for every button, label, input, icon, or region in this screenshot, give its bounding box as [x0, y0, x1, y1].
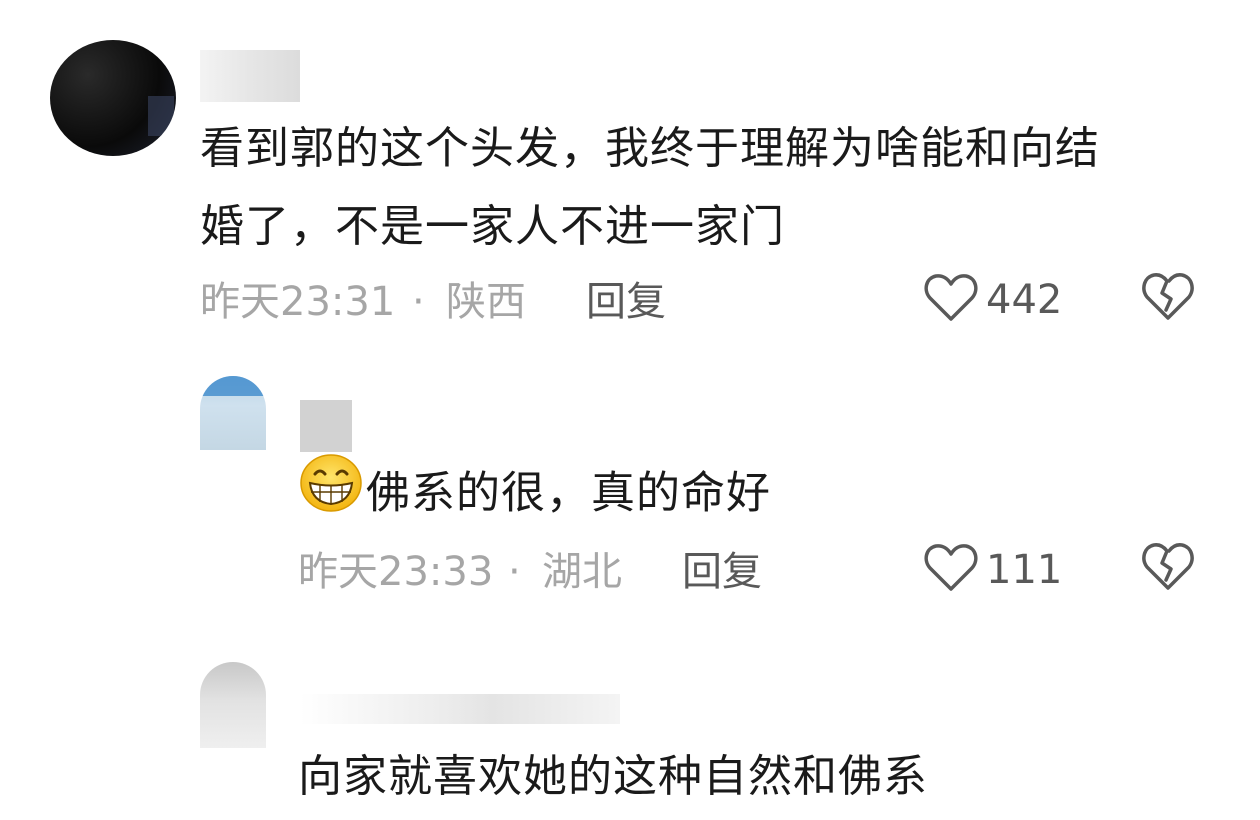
username[interactable]	[300, 694, 620, 724]
heart-icon	[924, 273, 978, 327]
reply-content: 佛系的很，真的命好	[366, 467, 771, 519]
username[interactable]	[200, 50, 300, 102]
comment-text: 看到郭的这个头发，我终于理解为啥能和向结 婚了，不是一家人不进一家门	[200, 110, 1220, 266]
broken-heart-icon[interactable]	[1142, 272, 1194, 326]
location: 陕西	[446, 279, 526, 325]
username[interactable]	[300, 400, 352, 452]
comment-item: 看到郭的这个头发，我终于理解为啥能和向结 婚了，不是一家人不进一家门 昨天23:…	[0, 0, 1260, 360]
like-button[interactable]: 442	[924, 270, 1062, 330]
reply-text: 佛系的很，真的命好	[298, 452, 1198, 539]
grinning-face-icon	[298, 452, 364, 539]
avatar[interactable]	[200, 662, 266, 748]
avatar[interactable]	[200, 376, 266, 450]
meta-separator: ·	[412, 279, 425, 325]
avatar-overlay	[200, 376, 266, 396]
avatar-overlay	[148, 96, 174, 136]
comment-line-2: 婚了，不是一家人不进一家门	[200, 201, 785, 252]
like-button[interactable]: 111	[924, 540, 1062, 600]
comment-meta: 昨天23:33 · 湖北 回复 111	[0, 540, 1260, 600]
location: 湖北	[542, 549, 622, 595]
meta-separator: ·	[508, 549, 521, 595]
reply-item: 佛系的很，真的命好 昨天23:33 · 湖北 回复 111	[0, 360, 1260, 640]
heart-icon	[924, 543, 978, 597]
timestamp: 昨天23:33	[298, 549, 494, 595]
reply-button[interactable]: 回复	[586, 278, 666, 326]
timestamp: 昨天23:31	[200, 279, 396, 325]
reply-button[interactable]: 回复	[682, 548, 762, 596]
like-count: 111	[986, 547, 1063, 593]
comment-line-1: 看到郭的这个头发，我终于理解为啥能和向结	[200, 123, 1100, 174]
reply-content: 向家就喜欢她的这种自然和佛系	[298, 751, 928, 802]
broken-heart-icon[interactable]	[1142, 542, 1194, 596]
comment-meta: 昨天23:31 · 陕西 回复 442	[0, 270, 1260, 330]
like-count: 442	[986, 277, 1063, 323]
reply-text: 向家就喜欢她的这种自然和佛系	[298, 738, 1198, 816]
reply-item: 向家就喜欢她的这种自然和佛系	[0, 640, 1260, 820]
avatar[interactable]	[50, 40, 176, 156]
